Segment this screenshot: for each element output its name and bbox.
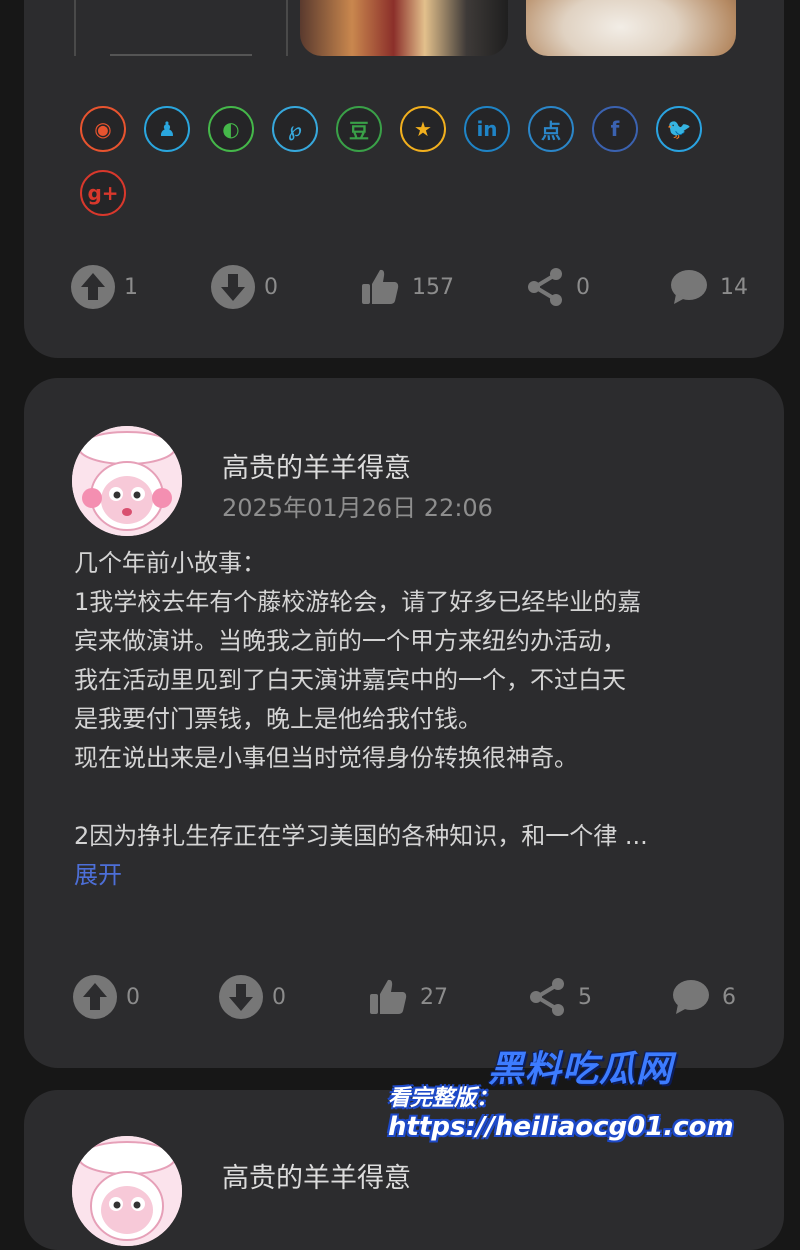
downvote-count: 0 <box>264 274 278 300</box>
share-icon <box>528 268 562 306</box>
twitter-icon[interactable]: 🐦 <box>656 106 702 152</box>
pinterest-icon-glyph: ℘ <box>288 117 302 141</box>
wechat-icon[interactable]: ◐ <box>208 106 254 152</box>
avatar-cartoon-sheep-icon <box>72 426 182 536</box>
googleplus-icon-glyph: g+ <box>87 181 119 205</box>
comment-icon <box>673 980 709 1014</box>
upvote-count: 1 <box>124 274 138 300</box>
avatar[interactable] <box>72 1136 182 1246</box>
dianping-icon[interactable]: 点 <box>528 106 574 152</box>
comment-count: 6 <box>722 984 736 1010</box>
dianping-icon-glyph: 点 <box>541 118 561 143</box>
twitter-icon-glyph: 🐦 <box>666 117 692 141</box>
facebook-icon[interactable]: f <box>592 106 638 152</box>
post-image-thumbnail[interactable] <box>300 0 508 56</box>
comment-icon <box>671 270 707 304</box>
post-body: 几个年前小故事： 1我学校去年有个藤校游轮会，请了好多已经毕业的嘉 宾来做演讲。… <box>74 544 744 895</box>
thumbs-up-icon <box>362 269 399 304</box>
watermark-link: https://heiliaocg01.com <box>388 1112 734 1142</box>
avatar[interactable] <box>72 426 182 536</box>
facebook-icon-glyph: f <box>610 117 620 141</box>
post-card-2: 高贵的羊羊得意 2025年01月26日 22:06 几个年前小故事： 1我学校去… <box>24 378 784 1068</box>
post-timestamp: 2025年01月26日 22:06 <box>222 494 493 522</box>
upvote-button[interactable]: 1 <box>70 262 138 312</box>
weibo-icon-glyph: ◉ <box>94 117 112 141</box>
like-count: 27 <box>420 984 448 1010</box>
upvote-icon <box>71 265 115 309</box>
upvote-count: 0 <box>126 984 140 1010</box>
author-name[interactable]: 高贵的羊羊得意 <box>222 1156 411 1195</box>
upvote-icon <box>73 975 117 1019</box>
wechat-icon-glyph: ◐ <box>222 117 240 141</box>
avatar-cartoon-sheep-icon <box>72 1136 182 1246</box>
qzone-icon[interactable]: ★ <box>400 106 446 152</box>
post-stats-bar: 0 0 27 5 6 <box>70 972 750 1022</box>
downvote-button[interactable]: 0 <box>218 972 286 1022</box>
share-count: 5 <box>578 984 592 1010</box>
weibo-icon[interactable]: ◉ <box>80 106 126 152</box>
pinterest-icon[interactable]: ℘ <box>272 106 318 152</box>
post-body-text: 几个年前小故事： 1我学校去年有个藤校游轮会，请了好多已经毕业的嘉 宾来做演讲。… <box>74 549 648 850</box>
post-stats-bar: 1 0 157 0 14 <box>70 262 750 312</box>
linkedin-icon[interactable]: in <box>464 106 510 152</box>
qzone-icon-glyph: ★ <box>414 117 432 141</box>
share-button[interactable]: 5 <box>524 972 592 1022</box>
googleplus-icon[interactable]: g+ <box>80 170 126 216</box>
like-button[interactable]: 27 <box>366 972 448 1022</box>
share-icon <box>530 978 564 1016</box>
douban-icon[interactable]: 豆 <box>336 106 382 152</box>
comment-button[interactable]: 14 <box>666 262 748 312</box>
downvote-icon <box>211 265 255 309</box>
comment-count: 14 <box>720 274 748 300</box>
video-thumbnail-frame[interactable] <box>74 0 288 56</box>
upvote-button[interactable]: 0 <box>72 972 140 1022</box>
thumbs-up-icon <box>370 979 407 1014</box>
qq-icon[interactable]: ♟ <box>144 106 190 152</box>
like-button[interactable]: 157 <box>358 262 454 312</box>
linkedin-icon-glyph: in <box>476 117 498 141</box>
downvote-icon <box>219 975 263 1019</box>
douban-icon-glyph: 豆 <box>349 118 369 143</box>
share-count: 0 <box>576 274 590 300</box>
expand-link[interactable]: 展开 <box>74 861 122 889</box>
post-card-1: ◉ ♟ ◐ ℘ 豆 ★ in 点 f 🐦 g+ 1 0 157 0 14 <box>24 0 784 358</box>
qq-icon-glyph: ♟ <box>158 117 176 141</box>
comment-button[interactable]: 6 <box>668 972 736 1022</box>
watermark-url: 看完整版：https://heiliaocg01.com <box>388 1080 800 1142</box>
share-button[interactable]: 0 <box>522 262 590 312</box>
watermark-label: 看完整版： <box>388 1086 499 1111</box>
post-image-thumbnail[interactable] <box>526 0 736 56</box>
like-count: 157 <box>412 274 454 300</box>
downvote-count: 0 <box>272 984 286 1010</box>
downvote-button[interactable]: 0 <box>210 262 278 312</box>
author-name[interactable]: 高贵的羊羊得意 <box>222 446 411 485</box>
